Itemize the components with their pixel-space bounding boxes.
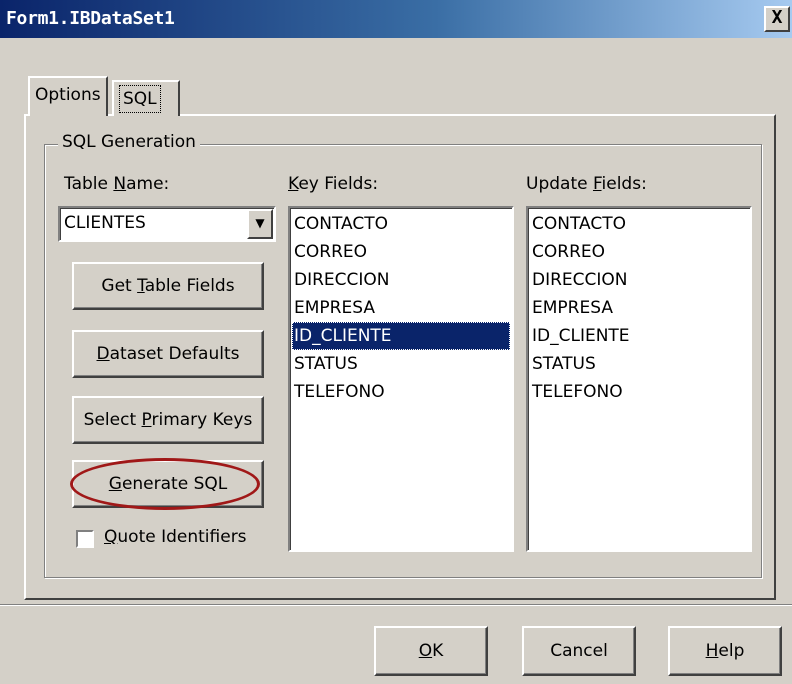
title-bar[interactable]: Form1.IBDataSet1 X (0, 0, 792, 38)
ok-button[interactable]: OK (374, 626, 488, 676)
list-item-selected[interactable]: ID_CLIENTE (292, 322, 510, 350)
list-item[interactable]: TELEFONO (530, 378, 748, 406)
list-item[interactable]: ID_CLIENTE (530, 322, 748, 350)
tab-sql-label: SQL (119, 85, 161, 113)
window-title: Form1.IBDataSet1 (6, 8, 175, 29)
get-table-fields-button[interactable]: Get Table Fields (72, 262, 264, 310)
list-item[interactable]: CONTACTO (292, 210, 510, 238)
tab-sql[interactable]: SQL (112, 80, 180, 116)
list-item[interactable]: CONTACTO (530, 210, 748, 238)
list-item[interactable]: CORREO (530, 238, 748, 266)
tab-options[interactable]: Options (28, 76, 108, 116)
list-item[interactable]: STATUS (530, 350, 748, 378)
dropdown-arrow-icon[interactable]: ▼ (247, 209, 273, 239)
list-item[interactable]: EMPRESA (292, 294, 510, 322)
dataset-defaults-button[interactable]: Dataset Defaults (72, 330, 264, 378)
update-fields-label: Update Fields: (526, 174, 647, 194)
list-item[interactable]: DIRECCION (292, 266, 510, 294)
highlight-annotation (70, 458, 260, 510)
list-item[interactable]: CORREO (292, 238, 510, 266)
quote-identifiers-checkbox[interactable] (76, 530, 94, 548)
help-button[interactable]: Help (668, 626, 782, 676)
list-item[interactable]: EMPRESA (530, 294, 748, 322)
dialog-window: Form1.IBDataSet1 X Options SQL SQL Gener… (0, 0, 792, 684)
key-fields-list[interactable]: CONTACTO CORREO DIRECCION EMPRESA ID_CLI… (288, 206, 514, 552)
tab-options-label: Options (35, 85, 101, 105)
list-item[interactable]: DIRECCION (530, 266, 748, 294)
list-item[interactable]: TELEFONO (292, 378, 510, 406)
table-name-label: Table Name: (64, 174, 170, 194)
update-fields-list[interactable]: CONTACTO CORREO DIRECCION EMPRESA ID_CLI… (526, 206, 752, 552)
key-fields-label: Key Fields: (288, 174, 379, 194)
table-name-select[interactable]: CLIENTES ▼ (58, 206, 276, 242)
quote-identifiers-label[interactable]: Quote Identifiers (104, 527, 247, 547)
list-item[interactable]: STATUS (292, 350, 510, 378)
footer-divider (0, 604, 792, 606)
group-title: SQL Generation (58, 132, 200, 152)
cancel-button[interactable]: Cancel (522, 626, 636, 676)
close-icon: X (771, 7, 783, 28)
table-name-value: CLIENTES (64, 213, 146, 233)
close-button[interactable]: X (764, 6, 790, 32)
select-primary-keys-button[interactable]: Select Primary Keys (72, 396, 264, 444)
